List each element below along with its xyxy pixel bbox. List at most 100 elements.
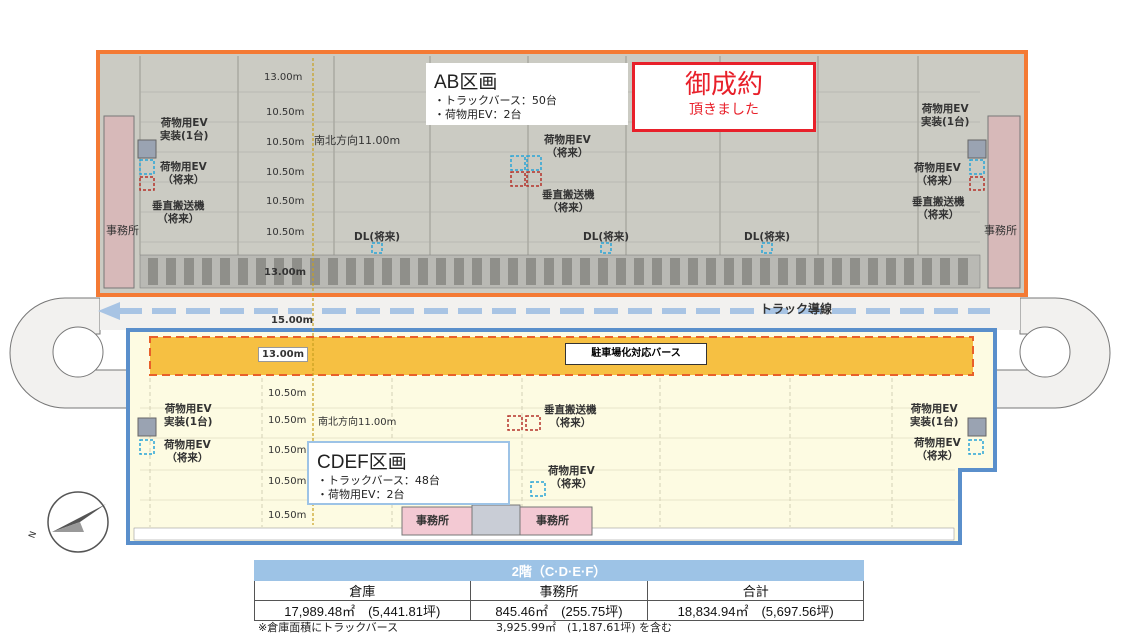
- ab-info-box: AB区画 ・トラックバース：50台 ・荷物用EV：2台: [426, 63, 628, 125]
- ab-dock-door: [454, 258, 464, 285]
- compass-icon: [47, 491, 109, 553]
- ab-dock-door: [904, 258, 914, 285]
- table-value-warehouse: 17,989.48㎡ (5,441.81坪): [254, 600, 471, 621]
- ab-dim-0: 13.00m: [264, 72, 303, 83]
- ab-dock-door: [616, 258, 626, 285]
- ab-direction: 南北方向11.00m: [314, 134, 401, 147]
- ab-office-right: [987, 115, 1021, 289]
- ab-right-lift: 垂直搬送機 （将来）: [912, 196, 965, 221]
- ab-dock-door: [526, 258, 536, 285]
- ab-dock-door: [310, 258, 320, 285]
- gap-dim: 15.00m: [271, 315, 314, 326]
- ab-dim-5: 10.50m: [266, 227, 305, 238]
- cdef-right-ev-future: 荷物用EV （将来）: [914, 437, 961, 462]
- contracted-line2: 頂きました: [689, 102, 759, 118]
- cdef-right-ev-installed: 荷物用EV 実装(1台): [910, 403, 959, 428]
- ab-dock-door: [382, 258, 392, 285]
- ab-dock-door: [580, 258, 590, 285]
- ab-dock-door: [814, 258, 824, 285]
- cdef-center-ev: 荷物用EV （将来）: [548, 465, 595, 490]
- cdef-band-dim: 13.00m: [258, 347, 309, 362]
- cdef-left-ev-future: 荷物用EV （将来）: [164, 439, 211, 464]
- ab-dim-6: 13.00m: [264, 267, 307, 278]
- cdef-info-box: CDEF区画 ・トラックバース：48台 ・荷物用EV：2台: [307, 441, 510, 505]
- ab-dock-door: [652, 258, 662, 285]
- ab-office-right-label: 事務所: [984, 224, 1017, 237]
- ab-dock-door: [724, 258, 734, 285]
- cdef-center-lift: 垂直搬送機 （将来）: [544, 404, 597, 429]
- contracted-line1: 御成約: [684, 70, 763, 100]
- cdef-dim-3: 10.50m: [268, 476, 307, 487]
- cdef-title: CDEF区画: [317, 452, 407, 473]
- ab-left-lift: 垂直搬送機 （将来）: [152, 200, 205, 225]
- ab-dock-door: [760, 258, 770, 285]
- ab-office-left: [103, 115, 135, 289]
- cdef-office2-label: 事務所: [536, 514, 569, 527]
- ab-dock-door: [508, 258, 518, 285]
- ab-dock-door: [544, 258, 554, 285]
- ab-dock-door: [634, 258, 644, 285]
- ab-dock-door: [490, 258, 500, 285]
- ab-dock-door: [868, 258, 878, 285]
- table-header-warehouse: 倉庫: [254, 580, 471, 601]
- cdef-row-ev: ・荷物用EV：2台: [317, 488, 405, 501]
- ab-dock-door: [850, 258, 860, 285]
- footnote-value: 3,925.99㎡ (1,187.61坪) を含む: [496, 621, 673, 634]
- ab-dl-2: DL(将来): [583, 231, 630, 243]
- ab-dock-door: [472, 258, 482, 285]
- ab-dock-door: [688, 258, 698, 285]
- truck-route-label: トラック導線: [760, 302, 833, 316]
- ab-row-ev: ・荷物用EV：2台: [434, 108, 522, 121]
- cdef-dim-1: 10.50m: [268, 415, 307, 426]
- ab-dock-door: [184, 258, 194, 285]
- ab-dock-door: [418, 258, 428, 285]
- ab-dock-door: [886, 258, 896, 285]
- ab-dock-door: [364, 258, 374, 285]
- ab-dim-1: 10.50m: [266, 107, 305, 118]
- table-value-office: 845.46㎡ (255.75坪): [469, 600, 649, 621]
- ab-right-ev-installed: 荷物用EV 実装(1台): [921, 103, 970, 128]
- ab-dock-door: [436, 258, 446, 285]
- cdef-dim-0: 10.50m: [268, 388, 307, 399]
- ab-center-lift: 垂直搬送機 （将来）: [542, 189, 595, 214]
- cdef-left-ev-installed: 荷物用EV 実装(1台): [164, 403, 213, 428]
- table-title: 2階（C·D·E·F）: [254, 560, 864, 581]
- parking-label: 駐車場化対応バース: [565, 343, 707, 365]
- ab-dock-door: [202, 258, 212, 285]
- ab-dock-door: [958, 258, 968, 285]
- ab-dock-door: [706, 258, 716, 285]
- ab-dock-door: [220, 258, 230, 285]
- contracted-stamp: 御成約 頂きました: [632, 62, 816, 132]
- cdef-core: [471, 504, 521, 536]
- ab-dim-2: 10.50m: [266, 137, 305, 148]
- footnote: ※倉庫面積にトラックバース: [258, 621, 399, 634]
- ab-dock-door: [670, 258, 680, 285]
- ab-dim-4: 10.50m: [266, 196, 305, 207]
- ab-dock-door: [238, 258, 248, 285]
- cdef-dim-2: 10.50m: [268, 445, 307, 456]
- ab-dock-door: [598, 258, 608, 285]
- ab-dock-door: [346, 258, 356, 285]
- cdef-dim-4: 10.50m: [268, 510, 307, 521]
- ab-center-ev: 荷物用EV （将来）: [544, 134, 591, 159]
- ab-dock-door: [742, 258, 752, 285]
- cdef-direction: 南北方向11.00m: [318, 417, 397, 428]
- table-header-office: 事務所: [469, 580, 649, 601]
- table-value-total: 18,834.94㎡ (5,697.56坪): [647, 600, 864, 621]
- ab-dock-door: [778, 258, 788, 285]
- ab-dock-door: [328, 258, 338, 285]
- ab-row-truck: ・トラックバース：50台: [434, 94, 557, 107]
- ab-office-left-label: 事務所: [106, 224, 139, 237]
- cdef-office1-label: 事務所: [416, 514, 449, 527]
- area-table: 2階（C·D·E·F） 倉庫 事務所 合計 17,989.48㎡ (5,441.…: [254, 560, 864, 621]
- ab-dock-door: [166, 258, 176, 285]
- ab-dock-door: [562, 258, 572, 285]
- table-header-total: 合計: [647, 580, 864, 601]
- ab-left-ev-installed: 荷物用EV 実装(1台): [160, 117, 209, 142]
- ab-dock-door: [832, 258, 842, 285]
- ab-dock-door: [922, 258, 932, 285]
- ab-title: AB区画: [434, 72, 498, 93]
- ab-dock-door: [148, 258, 158, 285]
- ab-left-ev-future: 荷物用EV （将来）: [160, 161, 207, 186]
- ab-dock-door: [400, 258, 410, 285]
